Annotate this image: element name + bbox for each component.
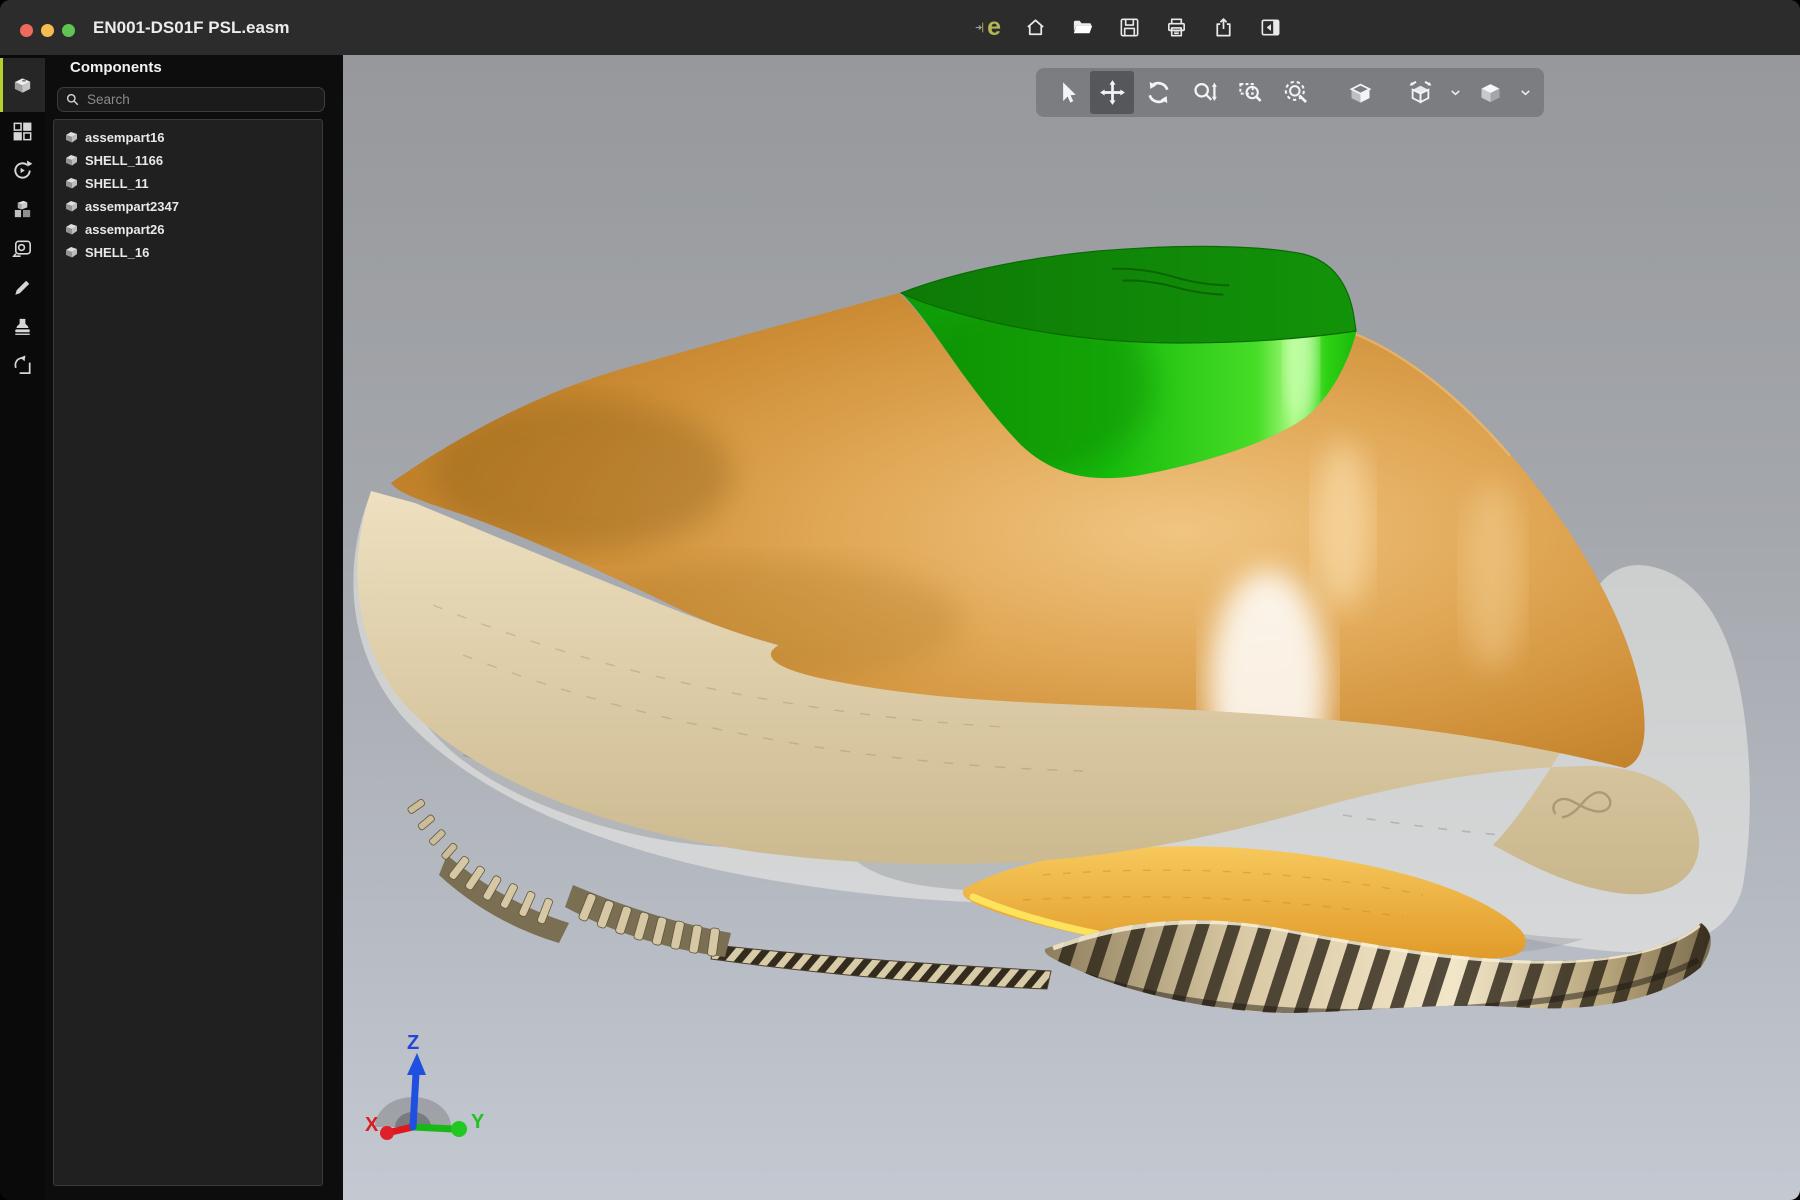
y-axis xyxy=(413,1127,453,1129)
home-button[interactable] xyxy=(1022,15,1048,41)
edrawings-logo-icon: e xyxy=(975,15,1001,41)
app-window: EN001-DS01F PSL.easm e xyxy=(0,0,1800,1200)
rail-item-reset-view[interactable] xyxy=(0,346,45,385)
rail-item-update[interactable] xyxy=(0,151,45,190)
zoom-fit-tool-button[interactable] xyxy=(1274,71,1318,114)
z-axis-label: Z xyxy=(407,1032,419,1054)
layouts-icon xyxy=(11,120,34,143)
part-icon xyxy=(64,154,79,167)
x-axis-label: X xyxy=(365,1114,379,1136)
rail-item-measure[interactable] xyxy=(0,229,45,268)
minimize-button[interactable] xyxy=(41,24,54,37)
tree-item[interactable]: SHELL_1166 xyxy=(64,149,322,172)
tree-item-label: SHELL_1166 xyxy=(85,153,163,168)
chevron-down-icon xyxy=(1448,85,1463,100)
stamp-icon xyxy=(11,315,34,338)
search-box[interactable] xyxy=(57,87,325,112)
part-icon xyxy=(64,223,79,236)
display-style-dropdown[interactable] xyxy=(1514,71,1536,114)
traffic-lights xyxy=(20,24,75,37)
viewport-toolbar xyxy=(1036,68,1544,117)
chevron-down-icon xyxy=(1518,85,1533,100)
assemblies-icon xyxy=(11,198,34,221)
view-orientation-button[interactable] xyxy=(1398,71,1442,114)
titlebar: EN001-DS01F PSL.easm e xyxy=(0,0,1800,56)
zoom-button[interactable] xyxy=(62,24,75,37)
tree-item-label: assempart26 xyxy=(85,222,165,237)
viewport-3d[interactable]: X Y Z xyxy=(343,55,1800,1200)
tree-item[interactable]: assempart26 xyxy=(64,218,322,241)
part-icon xyxy=(64,177,79,190)
pencil-icon xyxy=(11,276,34,299)
titlebar-toolbar: e xyxy=(975,0,1283,55)
section-view-button[interactable] xyxy=(1338,71,1382,114)
tool-rail xyxy=(0,55,45,1200)
measure-icon xyxy=(11,237,34,260)
print-button[interactable] xyxy=(1163,15,1189,41)
toggle-panel-button[interactable] xyxy=(1257,15,1283,41)
view-orientation-dropdown[interactable] xyxy=(1444,71,1466,114)
rail-item-components[interactable] xyxy=(0,58,45,112)
save-button[interactable] xyxy=(1116,15,1142,41)
select-tool-button[interactable] xyxy=(1044,71,1088,114)
tree-item-label: SHELL_16 xyxy=(85,245,149,260)
tree-item-label: SHELL_11 xyxy=(85,176,149,191)
components-panel: Components assempart16 SHELL_1166 SHELL_ xyxy=(45,55,343,1200)
tree-item[interactable]: assempart16 xyxy=(64,126,322,149)
display-style-button[interactable] xyxy=(1468,71,1512,114)
pan-tool-button[interactable] xyxy=(1090,71,1134,114)
panel-title: Components xyxy=(70,59,162,76)
rail-item-stamp[interactable] xyxy=(0,307,45,346)
part-icon xyxy=(64,246,79,259)
rail-item-assemblies[interactable] xyxy=(0,190,45,229)
zoom-tool-button[interactable] xyxy=(1182,71,1226,114)
components-icon xyxy=(11,74,34,97)
tree-item[interactable]: SHELL_11 xyxy=(64,172,322,195)
sync-icon xyxy=(11,159,34,182)
tree-item[interactable]: SHELL_16 xyxy=(64,241,322,264)
part-icon xyxy=(64,200,79,213)
tree-item-label: assempart2347 xyxy=(85,199,179,214)
tree-item-label: assempart16 xyxy=(85,130,165,145)
window-title: EN001-DS01F PSL.easm xyxy=(93,0,290,55)
y-axis-label: Y xyxy=(471,1111,485,1133)
close-button[interactable] xyxy=(20,24,33,37)
reset-view-icon xyxy=(11,354,34,377)
search-icon xyxy=(66,93,79,106)
part-icon xyxy=(64,131,79,144)
components-tree: assempart16 SHELL_1166 SHELL_11 assempar… xyxy=(53,119,323,1186)
search-input[interactable] xyxy=(85,91,316,108)
rail-item-layouts[interactable] xyxy=(0,112,45,151)
rail-item-markup[interactable] xyxy=(0,268,45,307)
orientation-triad: X Y Z xyxy=(365,1032,485,1140)
shoe-assembly-model[interactable]: X Y Z xyxy=(343,55,1800,1200)
share-button[interactable] xyxy=(1210,15,1236,41)
z-axis xyxy=(413,1073,416,1127)
tree-item[interactable]: assempart2347 xyxy=(64,195,322,218)
rotate-tool-button[interactable] xyxy=(1136,71,1180,114)
part-arch-tread[interactable] xyxy=(711,945,1051,989)
open-file-button[interactable] xyxy=(1069,15,1095,41)
zoom-window-tool-button[interactable] xyxy=(1228,71,1272,114)
